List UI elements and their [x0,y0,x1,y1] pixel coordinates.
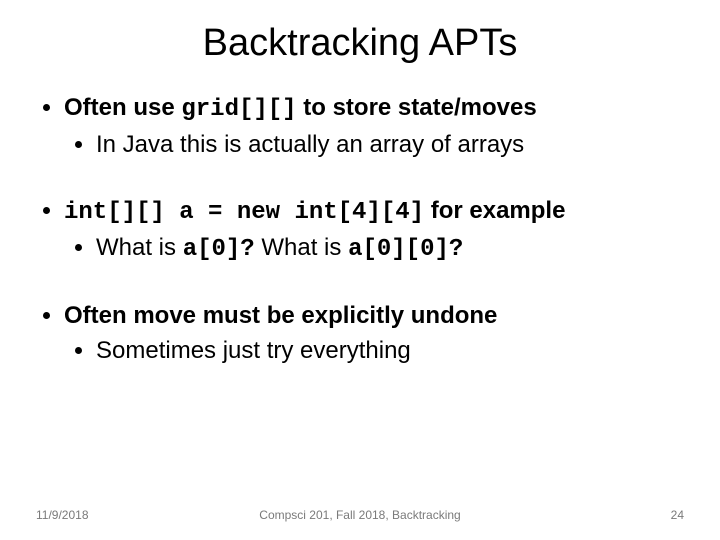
bullet-3-sub-1: Sometimes just try everything [96,335,684,366]
bullet-1-sub-1: In Java this is actually an array of arr… [96,129,684,160]
bullet-3: Often move must be explicitly undone Som… [64,301,684,366]
bullet-2: int[][] a = new int[4][4] for example Wh… [64,196,684,265]
slide-title: Backtracking APTs [36,22,684,65]
bullet-1: Often use grid[][] to store state/moves … [64,93,684,160]
bullet-list-2: int[][] a = new int[4][4] for example Wh… [36,196,684,265]
footer-course: Compsci 201, Fall 2018, Backtracking [0,508,720,522]
footer: 11/9/2018 Compsci 201, Fall 2018, Backtr… [0,508,720,522]
bullet-list: Often use grid[][] to store state/moves … [36,93,684,160]
bullet-2-sub-1: What is a[0]? What is a[0][0]? [96,232,684,265]
bullet-list-3: Often move must be explicitly undone Som… [36,301,684,366]
slide: Backtracking APTs Often use grid[][] to … [0,0,720,540]
